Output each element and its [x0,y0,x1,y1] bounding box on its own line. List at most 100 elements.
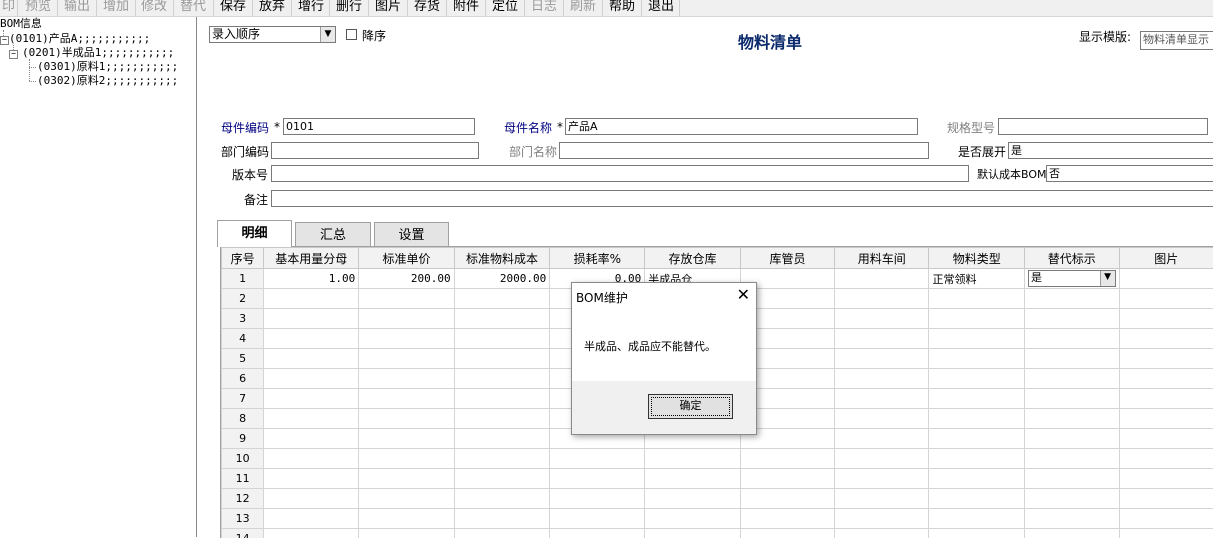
column-header[interactable]: 用料车间 [835,248,929,269]
column-header[interactable]: 损耗率% [550,248,645,269]
toolbar-button[interactable]: 日志 [525,0,564,16]
table-cell[interactable] [264,349,359,369]
toolbar-button[interactable]: 增行 [292,0,330,16]
table-cell[interactable] [1119,349,1213,369]
table-cell[interactable] [264,369,359,389]
remark-field[interactable] [271,190,1213,207]
table-cell[interactable] [645,489,741,509]
table-cell[interactable] [550,489,645,509]
table-cell[interactable] [645,469,741,489]
table-cell[interactable] [1024,429,1119,449]
table-cell[interactable] [740,469,834,489]
table-cell[interactable] [929,349,1025,369]
table-cell[interactable] [645,449,741,469]
table-cell[interactable] [359,369,454,389]
template-select[interactable]: 物料清单显示 [1140,31,1213,50]
tab-detail[interactable]: 明细 [217,220,292,247]
toolbar-button[interactable]: 印 [0,0,18,16]
table-cell[interactable] [264,429,359,449]
table-cell[interactable] [359,429,454,449]
table-cell[interactable] [835,289,929,309]
toolbar-button[interactable]: 刷新 [564,0,603,16]
table-cell[interactable] [1119,509,1213,529]
expand-field[interactable]: 是 [1008,142,1213,159]
table-cell[interactable] [929,509,1025,529]
column-header[interactable]: 标准物料成本 [454,248,550,269]
table-cell[interactable] [835,509,929,529]
substitute-select[interactable]: 是▼ [1028,270,1116,287]
table-cell[interactable] [454,329,550,349]
table-cell[interactable] [1119,329,1213,349]
toolbar-button[interactable]: 替代 [174,0,214,16]
dept-name-field[interactable] [559,142,929,159]
table-cell[interactable] [1119,449,1213,469]
tab-summary[interactable]: 汇总 [295,222,371,246]
table-cell[interactable]: 200.00 [359,269,454,289]
table-cell[interactable] [359,349,454,369]
table-cell[interactable] [1024,469,1119,489]
column-header[interactable]: 物料类型 [929,248,1025,269]
table-cell[interactable] [264,449,359,469]
table-cell[interactable] [1119,309,1213,329]
parent-name-field[interactable]: 产品A [565,118,918,135]
table-cell[interactable] [264,469,359,489]
toolbar-button[interactable]: 修改 [135,0,174,16]
table-cell[interactable] [359,389,454,409]
table-cell[interactable] [929,369,1025,389]
table-cell[interactable] [835,269,929,289]
tree-root[interactable]: BOM信息 [0,17,42,30]
table-cell[interactable] [740,509,834,529]
table-cell[interactable] [454,349,550,369]
dept-code-field[interactable] [271,142,479,159]
toolbar-button[interactable]: 输出 [58,0,97,16]
table-cell[interactable] [1024,449,1119,469]
table-cell[interactable] [1024,349,1119,369]
table-row[interactable]: 10 [222,449,1213,469]
table-cell[interactable] [454,369,550,389]
toolbar-button[interactable]: 帮助 [603,0,642,16]
table-cell[interactable] [454,409,550,429]
table-cell[interactable] [454,389,550,409]
table-cell[interactable] [929,329,1025,349]
spec-field[interactable] [998,118,1208,135]
tab-settings[interactable]: 设置 [374,222,449,246]
table-cell[interactable] [359,289,454,309]
column-header[interactable]: 基本用量分母 [264,248,359,269]
table-cell[interactable]: 1.00 [264,269,359,289]
table-cell[interactable] [454,489,550,509]
table-cell[interactable] [1119,369,1213,389]
toolbar-button[interactable]: 删行 [330,0,369,16]
table-cell[interactable] [929,309,1025,329]
column-header[interactable]: 库管员 [740,248,834,269]
descending-checkbox[interactable] [346,29,357,40]
table-row[interactable]: 13 [222,509,1213,529]
table-cell[interactable] [835,489,929,509]
table-cell[interactable] [264,489,359,509]
table-cell[interactable] [359,309,454,329]
table-cell[interactable] [264,389,359,409]
table-cell[interactable] [1119,469,1213,489]
column-header[interactable]: 替代标示 [1024,248,1119,269]
table-cell[interactable] [835,469,929,489]
table-cell[interactable] [1024,309,1119,329]
toolbar-button[interactable]: 存货 [408,0,447,16]
table-cell[interactable] [550,509,645,529]
table-cell[interactable] [359,409,454,429]
table-cell[interactable] [835,389,929,409]
table-cell[interactable]: 正常领料 [929,269,1025,289]
table-cell[interactable]: 是▼ [1024,269,1119,289]
table-cell[interactable] [929,409,1025,429]
table-cell[interactable] [1024,329,1119,349]
table-cell[interactable] [835,449,929,469]
table-cell[interactable] [1024,489,1119,509]
table-cell[interactable] [454,469,550,489]
table-row[interactable]: 12 [222,489,1213,509]
toolbar-button[interactable]: 增加 [97,0,136,16]
table-cell[interactable] [454,509,550,529]
close-icon[interactable]: ✕ [737,285,750,304]
table-cell[interactable] [835,329,929,349]
table-cell[interactable] [1024,409,1119,429]
table-cell[interactable] [740,489,834,509]
tree-node-raw-1[interactable]: (0301)原料1;;;;;;;;;;; [37,60,178,73]
table-cell[interactable] [1119,429,1213,449]
